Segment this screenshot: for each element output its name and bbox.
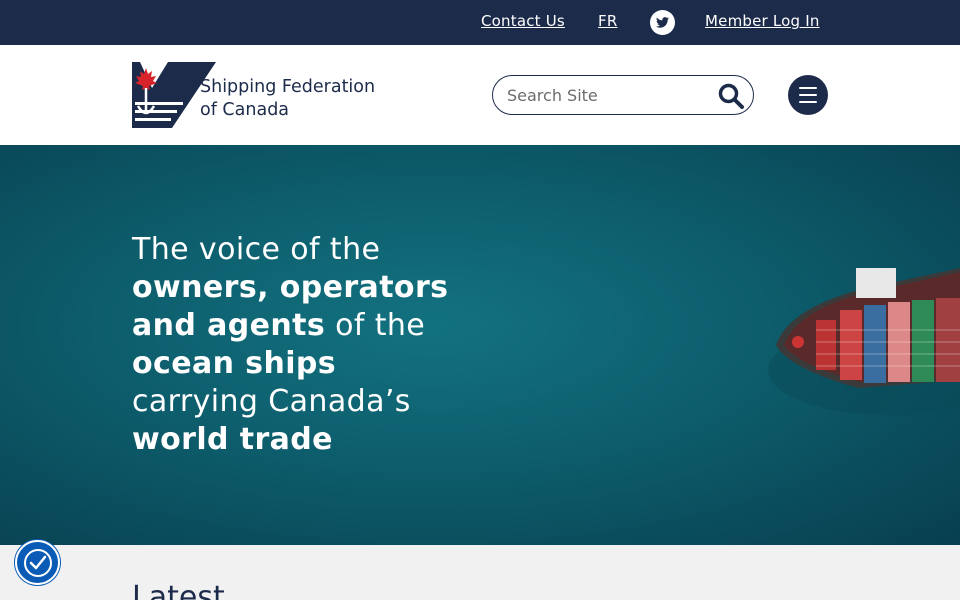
- top-utility-bar: Contact Us FR Member Log In: [0, 0, 960, 45]
- hero-line-3: and agents of the: [132, 307, 492, 345]
- accessibility-icon[interactable]: [15, 540, 60, 585]
- member-login-link[interactable]: Member Log In: [705, 12, 820, 30]
- site-header: Shipping Federation of Canada: [0, 45, 960, 145]
- logo-line-2: of Canada: [200, 100, 290, 120]
- hero-tagline: The voice of the owners, operators and a…: [132, 231, 492, 459]
- hero-line-2: owners, operators: [132, 270, 449, 305]
- hero-line-4: ocean ships: [132, 346, 337, 381]
- menu-bar-bottom: [799, 101, 817, 103]
- hero-line-5: carrying Canada’s: [132, 384, 411, 419]
- search-input[interactable]: [507, 84, 707, 106]
- hero-banner: The voice of the owners, operators and a…: [0, 145, 960, 545]
- hero-line-3-bold: and agents: [132, 308, 326, 343]
- logo-wordmark: Shipping Federation of Canada: [200, 76, 375, 122]
- container-ship-image: [768, 268, 960, 415]
- hero-line-3-regular: of the: [325, 308, 426, 343]
- menu-bar-top: [799, 87, 817, 89]
- contact-us-link[interactable]: Contact Us: [481, 12, 565, 30]
- site-logo[interactable]: Shipping Federation of Canada: [132, 62, 402, 130]
- latest-section-heading: Latest: [132, 580, 225, 600]
- hamburger-menu-icon[interactable]: [788, 75, 828, 115]
- site-search: [492, 75, 754, 115]
- logo-line-1: Shipping Federation: [200, 77, 376, 97]
- hero-line-1: The voice of the: [132, 232, 381, 267]
- hero-line-6: world trade: [132, 422, 333, 457]
- twitter-icon[interactable]: [650, 10, 675, 35]
- search-icon[interactable]: [717, 82, 745, 110]
- french-language-link[interactable]: FR: [598, 12, 617, 30]
- menu-bar-middle: [799, 94, 817, 96]
